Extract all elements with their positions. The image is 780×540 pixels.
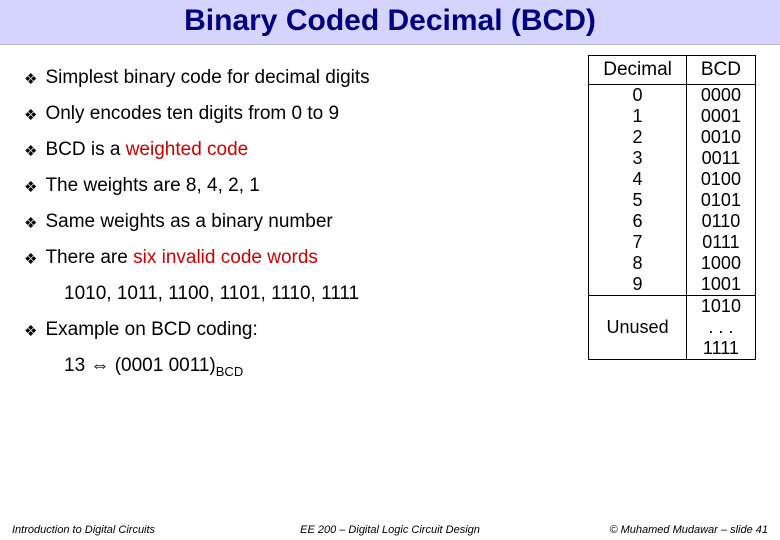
bullet-7: ❖ Example on BCD coding:: [24, 319, 580, 341]
cell-bcd: 1111: [701, 338, 741, 359]
cell-decimal: 5: [589, 190, 686, 211]
col-decimal: Decimal: [589, 56, 687, 85]
cell-unused-label: Unused: [589, 296, 687, 360]
cell-decimal: 8: [589, 253, 686, 274]
diamond-icon: ❖: [24, 142, 37, 160]
bullet-2: ❖ Only encodes ten digits from 0 to 9: [24, 103, 580, 125]
cell-bcd: 0101: [701, 190, 741, 211]
bullet-text: BCD is a weighted code: [45, 139, 248, 161]
cell-bcd: 0001: [701, 106, 741, 127]
sub-bullet-6: 1010, 1011, 1100, 1101, 1110, 1111: [64, 283, 580, 305]
cell-decimal: 0: [589, 85, 686, 106]
diamond-icon: ❖: [24, 214, 37, 232]
slide-title: Binary Coded Decimal (BCD): [0, 0, 780, 45]
bullet-text: Example on BCD coding:: [45, 319, 257, 341]
sub-bullet-7: 13 ⇔ (0001 0011)BCD: [64, 355, 580, 379]
cell-bcd: 0111: [701, 232, 741, 253]
table-header-row: Decimal BCD: [589, 56, 756, 85]
bullet-text: Only encodes ten digits from 0 to 9: [45, 103, 339, 125]
bullet-5: ❖ Same weights as a binary number: [24, 211, 580, 233]
diamond-icon: ❖: [24, 178, 37, 196]
diamond-icon: ❖: [24, 322, 37, 340]
bullet-text: There are six invalid code words: [45, 247, 317, 269]
cell-decimal: 6: [589, 211, 686, 232]
double-arrow-icon: ⇔: [90, 355, 109, 376]
cell-decimal: 9: [589, 274, 686, 295]
bullet-text: Same weights as a binary number: [45, 211, 332, 233]
cell-ellipsis: . . .: [701, 317, 741, 338]
cell-bcd: 1000: [701, 253, 741, 274]
cell-decimal: 4: [589, 169, 686, 190]
cell-bcd: 0100: [701, 169, 741, 190]
bullet-3: ❖ BCD is a weighted code: [24, 139, 580, 161]
cell-decimal: 2: [589, 127, 686, 148]
footer-right: © Muhamed Mudawar – slide 41: [609, 524, 768, 536]
diamond-icon: ❖: [24, 106, 37, 124]
text-highlight: weighted code: [126, 139, 249, 160]
text-pre: BCD is a: [45, 139, 125, 160]
cell-bcd: 0110: [701, 211, 741, 232]
col-bcd: BCD: [686, 56, 755, 85]
bcd-table: Decimal BCD 0 1 2 3 4 5 6 7 8 9 0000: [588, 55, 756, 360]
bullet-1: ❖ Simplest binary code for decimal digit…: [24, 67, 580, 89]
diamond-icon: ❖: [24, 70, 37, 88]
diamond-icon: ❖: [24, 250, 37, 268]
bullet-text: Simplest binary code for decimal digits: [45, 67, 369, 89]
example-num: 13: [64, 355, 90, 376]
cell-decimal: 7: [589, 232, 686, 253]
cell-bcd: 0010: [701, 127, 741, 148]
bullet-text: The weights are 8, 4, 2, 1: [45, 175, 259, 197]
bullet-list: ❖ Simplest binary code for decimal digit…: [24, 53, 588, 391]
example-bcd: (0001 0011): [109, 355, 215, 376]
footer-left: Introduction to Digital Circuits: [12, 524, 155, 536]
cell-bcd: 1001: [701, 274, 741, 295]
bullet-4: ❖ The weights are 8, 4, 2, 1: [24, 175, 580, 197]
bcd-table-wrap: Decimal BCD 0 1 2 3 4 5 6 7 8 9 0000: [588, 55, 756, 391]
cell-bcd: 0000: [701, 85, 741, 106]
footer-center: EE 200 – Digital Logic Circuit Design: [300, 524, 480, 536]
cell-decimal: 3: [589, 148, 686, 169]
text-pre: There are: [45, 247, 133, 268]
bullet-6: ❖ There are six invalid code words: [24, 247, 580, 269]
cell-bcd: 0011: [701, 148, 741, 169]
cell-bcd: 1010: [701, 296, 741, 317]
table-row-unused: Unused 1010 . . . 1111: [589, 296, 756, 360]
text-highlight: six invalid code words: [133, 247, 318, 268]
cell-decimal: 1: [589, 106, 686, 127]
slide-footer: Introduction to Digital Circuits EE 200 …: [0, 524, 780, 536]
subscript-bcd: BCD: [216, 364, 243, 379]
